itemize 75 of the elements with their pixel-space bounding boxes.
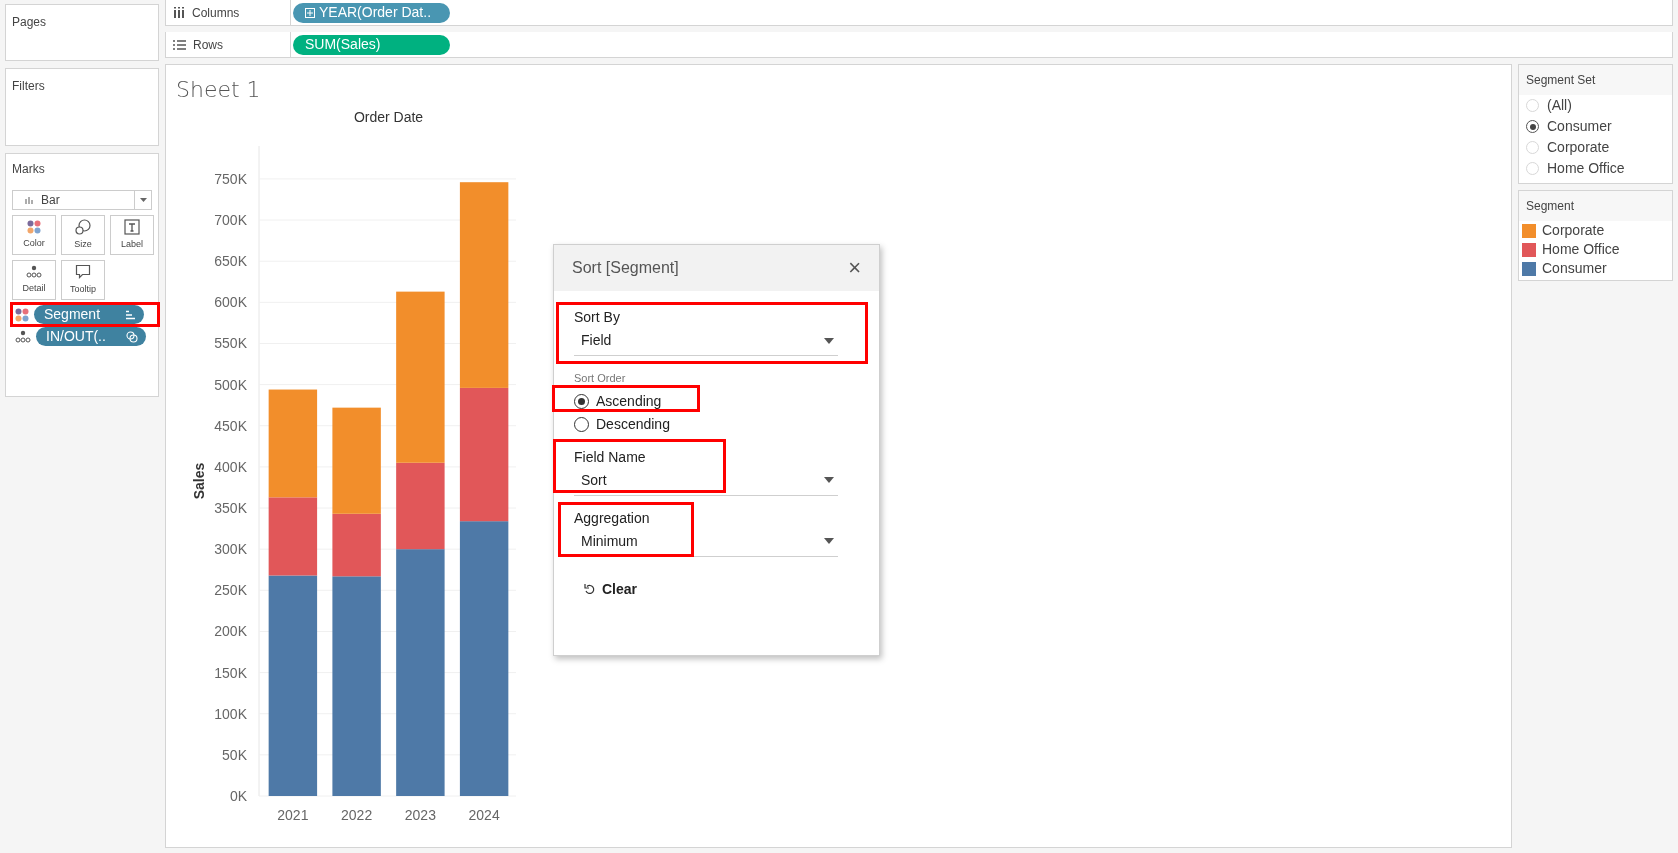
axis-tick-label: 2022 bbox=[341, 807, 373, 823]
axis-tick-label: 200K bbox=[214, 623, 247, 640]
rows-icon bbox=[173, 39, 186, 50]
marks-card-button[interactable]: Size bbox=[61, 215, 105, 255]
radio-option[interactable]: Home Office bbox=[1519, 158, 1625, 179]
set-icon bbox=[126, 330, 138, 343]
size-circles-icon bbox=[75, 218, 91, 235]
plus-box-icon bbox=[305, 7, 315, 18]
mark-type-dropdown[interactable]: Bar bbox=[12, 190, 152, 210]
legend-label: Consumer bbox=[1542, 259, 1607, 278]
section-label: Sort Order bbox=[574, 371, 627, 386]
sheet-title: Sheet 1 bbox=[176, 76, 262, 104]
axis-tick-label: 400K bbox=[214, 458, 247, 475]
axis-tick-label: 50K bbox=[222, 746, 247, 763]
radio-option[interactable]: (All) bbox=[1519, 95, 1572, 116]
color-dots-icon bbox=[15, 307, 29, 322]
marks-card-button[interactable]: Color bbox=[12, 215, 56, 255]
caret-icon bbox=[139, 198, 147, 202]
panel-title: Pages bbox=[12, 15, 47, 29]
marks-card-button[interactable]: Label bbox=[110, 215, 154, 255]
marks-card-button[interactable]: Detail bbox=[12, 260, 56, 300]
detail-dots-icon bbox=[15, 329, 31, 344]
axis-tick-label: 100K bbox=[214, 705, 247, 722]
axis-tick-label: 2024 bbox=[468, 807, 500, 823]
axis-tick-label: 300K bbox=[214, 541, 247, 558]
card-title: Segment bbox=[1519, 191, 1672, 221]
axis-tick-label: 700K bbox=[214, 212, 247, 229]
axis-tick-label: 600K bbox=[214, 294, 247, 311]
legend-label: Corporate bbox=[1542, 221, 1605, 240]
close-button[interactable]: × bbox=[848, 257, 861, 279]
radio-option[interactable]: Descending bbox=[574, 413, 670, 435]
caret-icon bbox=[824, 337, 834, 344]
caret-icon bbox=[824, 477, 834, 483]
speech-bubble-icon bbox=[75, 263, 91, 280]
axis-tick-label: 500K bbox=[214, 376, 247, 393]
dialog-title: Sort [Segment] bbox=[572, 258, 679, 278]
field-pill[interactable]: IN/OUT(.. bbox=[36, 327, 146, 346]
chart-title: Order Date bbox=[353, 109, 424, 125]
axis-tick-label: 0K bbox=[229, 788, 247, 804]
text-label-icon bbox=[124, 218, 140, 235]
radio-option[interactable]: Consumer bbox=[1519, 116, 1612, 137]
detail-dots-icon bbox=[26, 264, 42, 279]
axis-tick-label: 150K bbox=[214, 664, 247, 681]
shelf-label: Columns bbox=[192, 4, 240, 22]
radio-option[interactable]: Corporate bbox=[1519, 137, 1610, 158]
undo-icon bbox=[584, 583, 595, 595]
color-dots-icon bbox=[27, 219, 41, 234]
axis-title: Sales bbox=[191, 462, 207, 500]
columns-icon bbox=[173, 7, 185, 18]
axis-tick-label: 550K bbox=[214, 335, 247, 352]
field-pill[interactable]: Segment bbox=[34, 305, 144, 324]
field-label: Sort By bbox=[573, 308, 621, 327]
card-title: Segment Set bbox=[1519, 65, 1672, 95]
dropdown-select[interactable]: Field bbox=[574, 328, 838, 356]
panel-title: Marks bbox=[12, 161, 46, 178]
panel-title: Filters bbox=[12, 79, 45, 93]
bar-chart-icon bbox=[25, 196, 35, 204]
sort-icon bbox=[125, 309, 136, 320]
field-label: Field Name bbox=[573, 447, 647, 467]
dropdown-select[interactable]: Sort bbox=[574, 467, 838, 496]
radio-option[interactable]: Ascending bbox=[574, 390, 662, 412]
clear-button[interactable]: Clear bbox=[584, 578, 638, 600]
axis-tick-label: 2023 bbox=[404, 807, 436, 823]
caret-icon bbox=[824, 538, 834, 544]
axis-tick-label: 450K bbox=[214, 417, 247, 434]
axis-tick-label: 2021 bbox=[277, 807, 309, 823]
marks-card-button[interactable]: Tooltip bbox=[61, 260, 105, 300]
axis-tick-label: 250K bbox=[214, 582, 247, 599]
field-label: Aggregation bbox=[573, 508, 651, 528]
axis-tick-label: 650K bbox=[214, 253, 247, 270]
axis-tick-label: 350K bbox=[214, 500, 247, 517]
shelf-label: Rows bbox=[193, 36, 223, 54]
axis-tick-label: 750K bbox=[214, 170, 247, 187]
legend-label: Home Office bbox=[1542, 240, 1620, 259]
dropdown-select[interactable]: Minimum bbox=[574, 528, 838, 557]
